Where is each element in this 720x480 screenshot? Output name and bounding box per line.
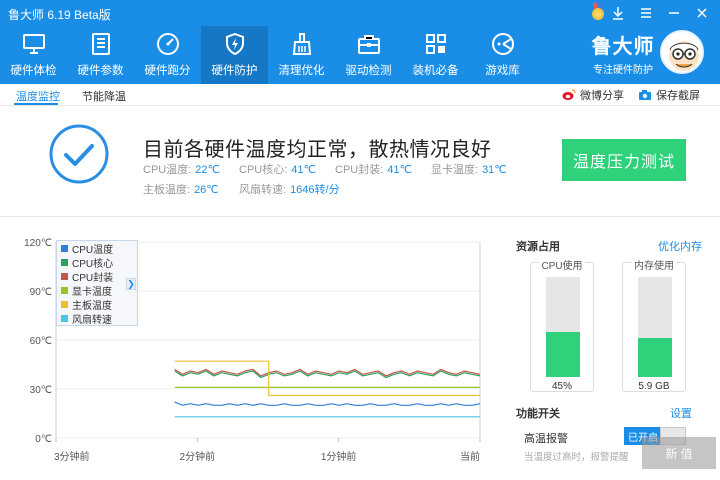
speedometer-icon <box>156 33 179 55</box>
legend-item[interactable]: 风扇转速 <box>57 311 137 326</box>
window-controls <box>606 4 714 22</box>
nav-benchmark[interactable]: 硬件跑分 <box>134 26 201 84</box>
memory-usage-label: 内存使用 <box>632 261 676 272</box>
document-list-icon <box>91 33 110 55</box>
high-temp-alarm-label: 高温报警 <box>524 433 568 445</box>
share-label: 微博分享 <box>580 90 624 102</box>
monitor-icon <box>22 34 45 54</box>
nav-games[interactable]: 游戏库 <box>469 26 536 84</box>
nav-label: 游戏库 <box>485 65 520 77</box>
cpu-usage-fill <box>546 332 580 377</box>
nav-essentials[interactable]: 装机必备 <box>402 26 469 84</box>
cpu-usage-value: 45% <box>551 381 572 392</box>
legend-item[interactable]: 显卡温度 <box>57 283 137 298</box>
minimize-icon[interactable] <box>662 4 686 22</box>
reading-fan-speed: 风扇转速: 1646转/分 <box>239 184 340 196</box>
y-tick-label: 60℃ <box>30 336 52 347</box>
nav-label: 清理优化 <box>278 65 325 77</box>
nav-label: 硬件跑分 <box>144 65 191 77</box>
nav-label: 硬件参数 <box>77 65 124 77</box>
nav-hardware-check[interactable]: 硬件体检 <box>0 26 67 84</box>
settings-link[interactable]: 设置 <box>670 405 692 421</box>
save-screenshot-button[interactable]: 保存截屏 <box>638 87 700 103</box>
nav-driver-check[interactable]: 驱动检测 <box>335 26 402 84</box>
functions-title: 功能开关 <box>516 408 560 420</box>
nav-label: 硬件防护 <box>211 65 258 77</box>
brand: 鲁大师 专注硬件防护 <box>588 30 658 76</box>
top-bar: 鲁大师 6.19 Beta版 硬件体检 硬件参数 硬件跑分 硬件防护 清理优化 … <box>0 0 720 84</box>
nav-hardware-params[interactable]: 硬件参数 <box>67 26 134 84</box>
close-icon[interactable] <box>690 4 714 22</box>
reading-cpu-core: CPU核心: 41℃ <box>239 164 316 176</box>
x-tick-label: 当前 <box>460 450 480 463</box>
x-tick-label: 1分钟前 <box>321 450 357 463</box>
memory-usage-track <box>638 277 672 377</box>
stress-test-button[interactable]: 温度压力测试 <box>562 139 686 181</box>
nav-cleanup[interactable]: 清理优化 <box>268 26 335 84</box>
gamepad-icon <box>491 33 514 55</box>
reading-gpu-temp: 显卡温度: 31℃ <box>431 164 507 176</box>
memory-usage-gauge: 内存使用 5.9 GB <box>622 261 686 392</box>
avatar[interactable] <box>660 30 704 74</box>
main-nav: 硬件体检 硬件参数 硬件跑分 硬件防护 清理优化 驱动检测 装机必备 游戏库 <box>0 26 536 84</box>
weibo-icon <box>562 89 576 100</box>
watermark: 新 值 <box>642 437 716 469</box>
optimize-memory-link[interactable]: 优化内存 <box>658 238 702 254</box>
memory-usage-fill <box>638 338 672 377</box>
nav-label: 硬件体检 <box>10 65 57 77</box>
series-line <box>174 401 481 406</box>
legend-collapse-icon[interactable]: ❯ <box>126 278 136 290</box>
menu-icon[interactable] <box>634 4 658 22</box>
status-panel: 目前各硬件温度均正常，散热情况良好 CPU温度: 22℃ CPU核心: 41℃ CP… <box>0 107 720 217</box>
shield-bolt-icon <box>225 32 244 56</box>
camera-icon <box>639 90 651 100</box>
memory-usage-value: 5.9 GB <box>638 381 670 392</box>
y-tick-label: 0℃ <box>35 434 52 445</box>
sub-tab-bar: 温度监控 节能降温 微博分享 保存截屏 <box>0 84 720 106</box>
alarm-description: 当温度过高时，报警提醒 <box>524 452 629 463</box>
nav-hardware-protection[interactable]: 硬件防护 <box>201 26 268 84</box>
check-circle-icon <box>49 124 109 184</box>
temperature-readings: CPU温度: 22℃ CPU核心: 41℃ CPU封装: 41℃ 显卡温度: 31℃ 主… <box>143 159 527 199</box>
brand-subtitle: 专注硬件防护 <box>593 65 653 76</box>
reading-cpu-temp: CPU温度: 22℃ <box>143 164 220 176</box>
brand-name: 鲁大师 <box>591 36 655 58</box>
y-tick-label: 30℃ <box>30 385 52 396</box>
legend-item[interactable]: 主板温度 <box>57 297 137 312</box>
active-tab-indicator <box>14 103 58 105</box>
tab-energy-saving[interactable]: 节能降温 <box>82 88 126 104</box>
toolbox-icon <box>357 35 380 54</box>
y-tick-label: 120℃ <box>24 238 52 249</box>
medal-icon[interactable] <box>590 3 606 21</box>
cpu-usage-label: CPU使用 <box>539 261 585 272</box>
legend-item[interactable]: CPU封装 <box>57 269 137 284</box>
series-line <box>174 360 480 397</box>
weibo-share-button[interactable]: 微博分享 <box>562 87 624 103</box>
y-tick-label: 90℃ <box>30 287 52 298</box>
screenshot-label: 保存截屏 <box>656 90 700 102</box>
legend-item[interactable]: CPU温度 <box>57 241 137 256</box>
legend-item[interactable]: CPU核心 <box>57 255 137 270</box>
nav-label: 装机必备 <box>412 65 459 77</box>
x-tick-label: 2分钟前 <box>180 450 216 463</box>
reading-cpu-package: CPU封装: 41℃ <box>335 164 412 176</box>
app-title: 鲁大师 6.19 Beta版 <box>8 8 111 22</box>
apps-grid-icon <box>425 34 446 54</box>
broom-icon <box>292 33 311 55</box>
tab-temperature-monitor[interactable]: 温度监控 <box>16 88 60 104</box>
status-headline: 目前各硬件温度均正常，散热情况良好 <box>143 139 492 161</box>
reading-board-temp: 主板温度: 26℃ <box>143 184 219 196</box>
x-tick-label: 3分钟前 <box>54 450 90 463</box>
download-icon[interactable] <box>606 4 630 22</box>
nav-label: 驱动检测 <box>345 65 392 77</box>
cpu-usage-gauge: CPU使用 45% <box>530 261 594 392</box>
cpu-usage-track <box>546 277 580 377</box>
resources-title: 资源占用 <box>516 241 560 253</box>
